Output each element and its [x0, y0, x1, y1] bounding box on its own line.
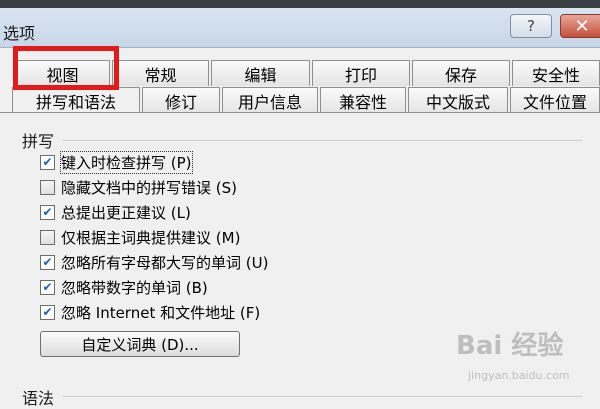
option-ignore-uppercase[interactable]: ✔ 忽略所有字母都大写的单词 (U) — [40, 251, 268, 273]
option-label: 忽略 Internet 和文件地址 (F) — [61, 303, 261, 322]
title-bar: 选项 ? ✕ — [0, 8, 600, 48]
close-button[interactable]: ✕ — [560, 14, 600, 38]
checkbox-unchecked-icon[interactable] — [40, 229, 55, 245]
option-ignore-numbers[interactable]: ✔ 忽略带数字的单词 (B) — [40, 276, 208, 298]
option-check-spelling-as-you-type[interactable]: ✔ 键入时检查拼写 (P) — [40, 150, 193, 174]
option-label: 隐藏文档中的拼写错误 (S) — [61, 178, 237, 197]
checkbox-checked-icon[interactable]: ✔ — [40, 279, 55, 295]
watermark: Bai 经验 jingyan.baidu.com — [440, 325, 590, 385]
grammar-divider — [62, 396, 582, 397]
checkbox-checked-icon[interactable]: ✔ — [40, 204, 55, 220]
tab-print[interactable]: 打印 — [312, 60, 410, 86]
tab-chinese-typography[interactable]: 中文版式 — [408, 87, 508, 113]
option-label: 忽略所有字母都大写的单词 (U) — [61, 253, 269, 272]
tab-compatibility[interactable]: 兼容性 — [320, 87, 406, 113]
tab-security[interactable]: 安全性 — [512, 60, 600, 86]
checkbox-unchecked-icon[interactable] — [40, 179, 55, 195]
tab-edit[interactable]: 编辑 — [211, 60, 310, 86]
custom-dictionary-button[interactable]: 自定义词典 (D)... — [40, 331, 240, 357]
checkbox-checked-icon[interactable]: ✔ — [40, 154, 55, 170]
grammar-section-title: 语法 — [22, 389, 55, 408]
spelling-section-title: 拼写 — [22, 132, 55, 151]
option-always-suggest[interactable]: ✔ 总提出更正建议 (L) — [40, 201, 191, 223]
option-label: 忽略带数字的单词 (B) — [61, 278, 208, 297]
spelling-divider — [62, 140, 582, 141]
watermark-logo: Bai 经验 — [456, 331, 564, 361]
top-strip — [0, 0, 600, 8]
highlight-box — [13, 46, 119, 90]
tab-general[interactable]: 常规 — [112, 60, 209, 86]
tab-file-locations[interactable]: 文件位置 — [510, 87, 600, 113]
tab-track-changes[interactable]: 修订 — [142, 87, 220, 113]
option-suggest-main-dictionary-only[interactable]: 仅根据主词典提供建议 (M) — [40, 226, 240, 248]
tab-user-info[interactable]: 用户信息 — [222, 87, 318, 113]
window-title: 选项 — [3, 24, 36, 43]
option-label: 总提出更正建议 (L) — [61, 203, 191, 222]
checkbox-checked-icon[interactable]: ✔ — [40, 254, 55, 270]
option-label: 仅根据主词典提供建议 (M) — [61, 228, 241, 247]
option-ignore-internet-addresses[interactable]: ✔ 忽略 Internet 和文件地址 (F) — [40, 301, 260, 323]
tab-spelling-grammar[interactable]: 拼写和语法 — [12, 87, 140, 113]
watermark-url: jingyan.baidu.com — [468, 369, 570, 382]
tab-save[interactable]: 保存 — [412, 60, 510, 86]
checkbox-checked-icon[interactable]: ✔ — [40, 304, 55, 320]
option-label: 键入时检查拼写 (P) — [60, 150, 193, 174]
help-button[interactable]: ? — [510, 14, 552, 38]
option-hide-spelling-errors[interactable]: 隐藏文档中的拼写错误 (S) — [40, 176, 237, 198]
